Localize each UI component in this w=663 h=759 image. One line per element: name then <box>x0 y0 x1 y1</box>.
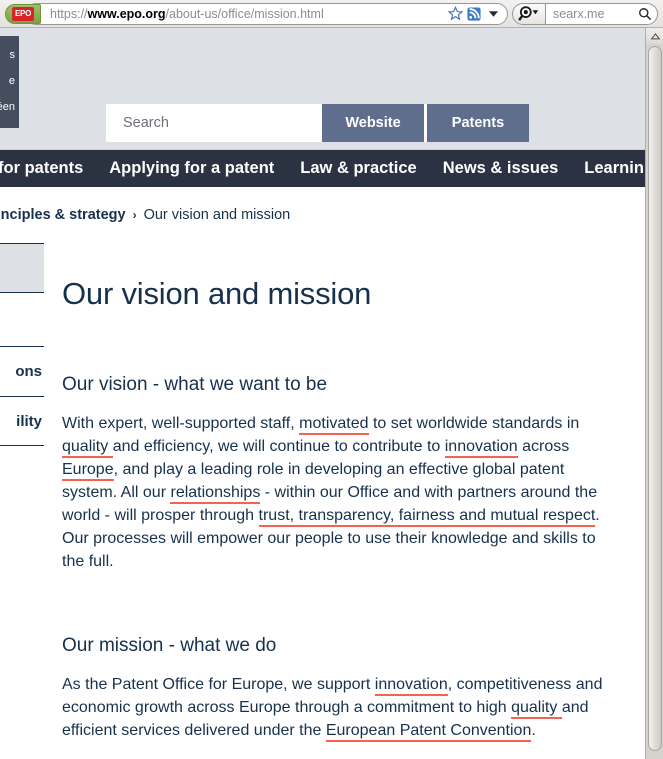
language-option-3[interactable]: éen <box>0 94 15 120</box>
magnifier-icon[interactable] <box>637 6 653 22</box>
paragraph-vision: With expert, well-supported staff, motiv… <box>62 412 615 573</box>
sidebar-item-active[interactable] <box>0 243 44 293</box>
search-patents-button[interactable]: Patents <box>427 104 529 142</box>
body-text: across <box>517 438 570 455</box>
nav-item-searching-for-patents[interactable]: for patents <box>0 150 96 187</box>
section-heading-vision: Our vision - what we want to be <box>62 374 328 395</box>
url-scheme: https:// <box>50 6 88 21</box>
breadcrumb-parent[interactable]: rinciples & strategy <box>0 207 126 223</box>
vertical-scrollbar[interactable] <box>645 28 663 759</box>
url-host: www.epo.org <box>87 6 166 21</box>
star-icon[interactable] <box>447 6 463 22</box>
main-navigation: for patents Applying for a patent Law & … <box>0 150 645 187</box>
breadcrumb-current: Our vision and mission <box>143 207 291 223</box>
search-engine-magnifier-icon[interactable] <box>512 2 546 25</box>
url-path: /about-us/office/mission.html <box>165 6 324 21</box>
annotated-text: innovation <box>374 676 448 696</box>
search-placeholder: searx.me <box>553 6 605 21</box>
body-text: to set worldwide standards in <box>368 415 580 432</box>
site-header: s e éen Search Website Patents <box>0 28 645 150</box>
search-bar-container: searx.me <box>512 2 660 25</box>
annotated-text: motivated <box>299 415 369 435</box>
page-viewport: s e éen Search Website Patents for paten… <box>0 28 645 759</box>
search-input[interactable]: searx.me <box>536 2 658 25</box>
paragraph-mission: As the Patent Office for Europe, we supp… <box>62 673 615 742</box>
rss-feed-icon[interactable] <box>466 6 482 22</box>
browser-toolbar: EPO https://www.epo.org/about-us/office/… <box>0 0 663 28</box>
sidebar-item-missions[interactable]: ons <box>0 346 44 396</box>
content-area: ons ility Our vision and mission Our vis… <box>0 243 645 742</box>
language-option-2[interactable]: e <box>0 68 15 94</box>
chevron-down-icon[interactable] <box>485 6 501 22</box>
annotated-text: trust, transparency, fairness and mutual… <box>258 507 596 527</box>
sidebar-item-sustainability[interactable]: ility <box>0 396 44 446</box>
nav-item-learning[interactable]: Learnin <box>571 150 645 187</box>
article: Our vision and mission Our vision - what… <box>44 243 645 742</box>
breadcrumb: rinciples & strategy › Our vision and mi… <box>0 187 645 243</box>
search-website-button[interactable]: Website <box>322 104 424 142</box>
annotated-text: quality <box>62 438 113 458</box>
body-text: . <box>531 722 536 739</box>
body-text: As the Patent Office for Europe, we supp… <box>62 676 375 693</box>
nav-item-law-and-practice[interactable]: Law & practice <box>287 150 429 187</box>
breadcrumb-separator-icon: › <box>132 208 137 222</box>
annotated-text: Europe <box>62 461 114 481</box>
body-text: and efficiency, we will continue to cont… <box>112 438 445 455</box>
url-text: https://www.epo.org/about-us/office/miss… <box>50 4 447 24</box>
annotated-text: quality <box>511 699 562 719</box>
nav-item-applying-for-a-patent[interactable]: Applying for a patent <box>96 150 287 187</box>
scrollbar-thumb[interactable] <box>648 46 662 751</box>
annotated-text: innovation <box>444 438 518 458</box>
annotated-text: relationships <box>170 484 261 504</box>
sidebar-item-blank[interactable] <box>0 293 44 346</box>
favicon-label: EPO <box>12 6 34 21</box>
site-favicon-icon: EPO <box>5 3 41 24</box>
page-title: Our vision and mission <box>62 276 372 311</box>
site-search-input[interactable]: Search <box>106 104 322 142</box>
annotated-text: European Patent Convention <box>325 722 532 742</box>
address-bar-icons <box>447 6 503 22</box>
address-bar-container: EPO https://www.epo.org/about-us/office/… <box>3 2 508 25</box>
language-selector[interactable]: s e éen <box>0 36 19 128</box>
nav-item-news-and-issues[interactable]: News & issues <box>430 150 572 187</box>
site-search-widget: Search Website Patents <box>106 104 529 142</box>
language-option-1[interactable]: s <box>0 42 16 68</box>
section-heading-mission: Our mission - what we do <box>62 635 277 656</box>
chevron-up-icon[interactable] <box>646 28 663 44</box>
body-text: With expert, well-supported staff, <box>62 415 300 432</box>
address-bar[interactable]: https://www.epo.org/about-us/office/miss… <box>25 2 508 25</box>
side-navigation: ons ility <box>0 243 44 742</box>
site-search-placeholder: Search <box>123 115 169 131</box>
